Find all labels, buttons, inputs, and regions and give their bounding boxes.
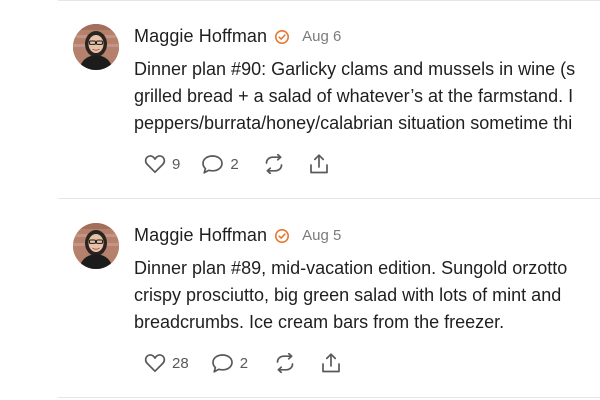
comment-count: 2 (239, 354, 249, 372)
heart-icon (144, 155, 166, 174)
comment-bubble-icon (202, 154, 224, 174)
comment-bubble-icon (211, 353, 233, 373)
verified-badge-icon (274, 29, 290, 45)
post-body-line: crispy prosciutto, big green salad with … (134, 285, 562, 305)
author-name[interactable]: Maggie Hoffman (134, 225, 267, 246)
post-date[interactable]: Aug 5 (302, 227, 341, 244)
share-upload-icon (322, 353, 340, 373)
comment-button[interactable]: 2 (201, 154, 239, 175)
avatar[interactable] (73, 223, 119, 269)
restack-arrows-icon (265, 154, 283, 174)
like-button[interactable]: 28 (144, 353, 189, 373)
note-post[interactable]: Maggie Hoffman Aug 6 Dinner plan #90: Ga… (0, 0, 600, 196)
avatar[interactable] (73, 24, 119, 70)
comment-count: 2 (230, 155, 239, 173)
like-count: 9 (172, 155, 181, 173)
post-date[interactable]: Aug 6 (302, 28, 341, 45)
post-body-line: grilled bread + a salad of whatever’s at… (134, 86, 574, 106)
post-header: Maggie Hoffman Aug 5 (134, 225, 341, 246)
verified-badge-icon (274, 228, 290, 244)
heart-icon (144, 354, 166, 373)
note-post[interactable]: Maggie Hoffman Aug 5 Dinner plan #89, mi… (0, 199, 600, 395)
author-name[interactable]: Maggie Hoffman (134, 26, 267, 47)
restack-button[interactable] (274, 353, 296, 373)
post-actions: 9 2 (144, 152, 330, 176)
post-body[interactable]: Dinner plan #90: Garlicky clams and muss… (134, 56, 600, 137)
share-button[interactable] (308, 153, 330, 175)
post-header: Maggie Hoffman Aug 6 (134, 26, 341, 47)
avatar-photo (73, 24, 119, 70)
share-upload-icon (309, 154, 328, 174)
post-body-line: Dinner plan #90: Garlicky clams and muss… (134, 59, 576, 79)
post-body-line: breadcrumbs. Ice cream bars from the fre… (134, 312, 505, 332)
notes-feed: Maggie Hoffman Aug 6 Dinner plan #90: Ga… (0, 0, 600, 400)
restack-button[interactable] (263, 154, 285, 174)
post-body[interactable]: Dinner plan #89, mid-vacation edition. S… (134, 255, 600, 336)
comment-button[interactable]: 2 (211, 353, 248, 374)
post-divider (58, 397, 600, 398)
like-count: 28 (172, 354, 189, 372)
share-button[interactable] (320, 352, 342, 374)
post-body-line: peppers/burrata/honey/calabrian situatio… (134, 113, 573, 133)
restack-arrows-icon (276, 353, 294, 373)
avatar-photo (73, 223, 119, 269)
like-button[interactable]: 9 (144, 154, 180, 174)
post-actions: 28 2 (144, 351, 342, 375)
post-body-line: Dinner plan #89, mid-vacation edition. S… (134, 258, 568, 278)
